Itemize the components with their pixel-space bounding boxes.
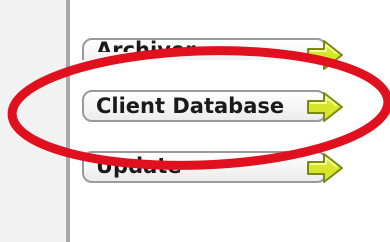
panel-divider: [66, 0, 70, 242]
menu-item-update[interactable]: Update: [82, 151, 343, 183]
menu-item-label: Client Database: [96, 94, 285, 118]
left-panel: [0, 0, 66, 242]
menu-item-archiver[interactable]: Archiver: [82, 38, 343, 70]
arrow-right-icon[interactable]: [304, 90, 346, 124]
arrow-right-icon[interactable]: [304, 38, 346, 72]
menu-item-label: Update: [96, 154, 182, 178]
arrow-right-icon[interactable]: [304, 151, 346, 185]
menu-item-client-database[interactable]: Client Database: [82, 90, 343, 122]
